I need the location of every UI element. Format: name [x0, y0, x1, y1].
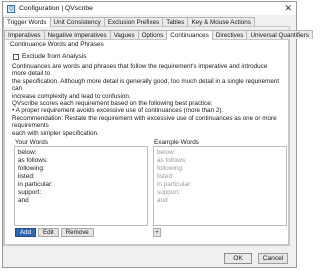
- ok-button[interactable]: OK: [224, 253, 252, 264]
- tab-universal-quantifiers[interactable]: Universal Quantifiers: [246, 30, 313, 39]
- add-example-button[interactable]: +: [153, 228, 161, 237]
- list-item[interactable]: and: [18, 197, 144, 205]
- your-words-list[interactable]: below: as follows: following: listed: in…: [14, 146, 148, 226]
- example-words-label: Example Words: [154, 139, 199, 146]
- tab-options[interactable]: Options: [137, 30, 168, 39]
- exclude-from-analysis-row[interactable]: Exclude from Analysis: [13, 53, 87, 60]
- tab-imperatives[interactable]: Imperatives: [4, 30, 45, 39]
- list-item: listed:: [157, 173, 174, 180]
- description-line: the specification. Although more detail …: [12, 77, 280, 93]
- description-line: Continuances are words and phrases that …: [12, 63, 268, 78]
- tab-continuances[interactable]: Continuances: [166, 30, 213, 40]
- list-item[interactable]: as follows:: [18, 157, 144, 165]
- add-button[interactable]: Add: [15, 228, 37, 237]
- description-line: QVscribe scores each requirement based o…: [12, 100, 213, 108]
- description-line: each with simpler specification.: [12, 129, 99, 137]
- title-bar: Q Configuration | QVscribe ✕: [3, 2, 296, 15]
- list-item[interactable]: support:: [18, 189, 144, 197]
- list-item: as follows:: [157, 157, 187, 164]
- tab-tables[interactable]: Tables: [162, 17, 189, 26]
- app-logo-icon: Q: [7, 4, 15, 13]
- list-item: below:: [157, 149, 176, 156]
- word-actions: Add Edit Remove: [15, 228, 96, 237]
- list-item: following:: [157, 165, 184, 172]
- remove-button[interactable]: Remove: [60, 228, 94, 237]
- tab-vagues[interactable]: Vagues: [109, 30, 139, 39]
- list-item[interactable]: listed:: [18, 173, 144, 181]
- tab-negative-imperatives[interactable]: Negative Imperatives: [43, 30, 111, 39]
- exclude-label: Exclude from Analysis: [22, 53, 87, 60]
- description-text: Continuances are words and phrases that …: [12, 63, 282, 137]
- sub-tab-bar: Imperatives Negative Imperatives Vagues …: [4, 30, 313, 40]
- edit-button[interactable]: Edit: [38, 228, 59, 237]
- tab-exclusion-prefixes[interactable]: Exclusion Prefixes: [103, 17, 164, 26]
- list-item: support:: [157, 189, 181, 196]
- example-words-list: below: as follows: following: listed: in…: [153, 146, 287, 226]
- tab-trigger-words[interactable]: Trigger Words: [3, 17, 51, 27]
- window-title: Configuration | QVscribe: [19, 5, 93, 12]
- top-tab-bar: Trigger Words Unit Consistency Exclusion…: [3, 17, 255, 27]
- list-item[interactable]: in particular:: [18, 181, 144, 189]
- list-item: in particular:: [157, 181, 192, 188]
- description-line: Recommendation: Restate the requirement …: [12, 114, 277, 130]
- list-item[interactable]: below:: [18, 149, 144, 157]
- description-line: • A proper requirement avoids excessive …: [12, 107, 224, 115]
- your-words-label: Your Words: [15, 139, 49, 146]
- tab-unit-consistency[interactable]: Unit Consistency: [49, 17, 105, 26]
- description-line: increase complexity and lead to confusio…: [12, 92, 131, 100]
- tab-key-mouse-actions[interactable]: Key & Mouse Actions: [187, 17, 255, 26]
- cancel-button[interactable]: Cancel: [258, 253, 288, 264]
- list-item[interactable]: following:: [18, 165, 144, 173]
- close-icon[interactable]: ✕: [284, 3, 292, 14]
- list-item: and: [157, 197, 168, 204]
- tab-directives[interactable]: Directives: [211, 30, 248, 39]
- exclude-checkbox[interactable]: [13, 53, 19, 60]
- section-title: Continuance Words and Phrases: [10, 41, 104, 48]
